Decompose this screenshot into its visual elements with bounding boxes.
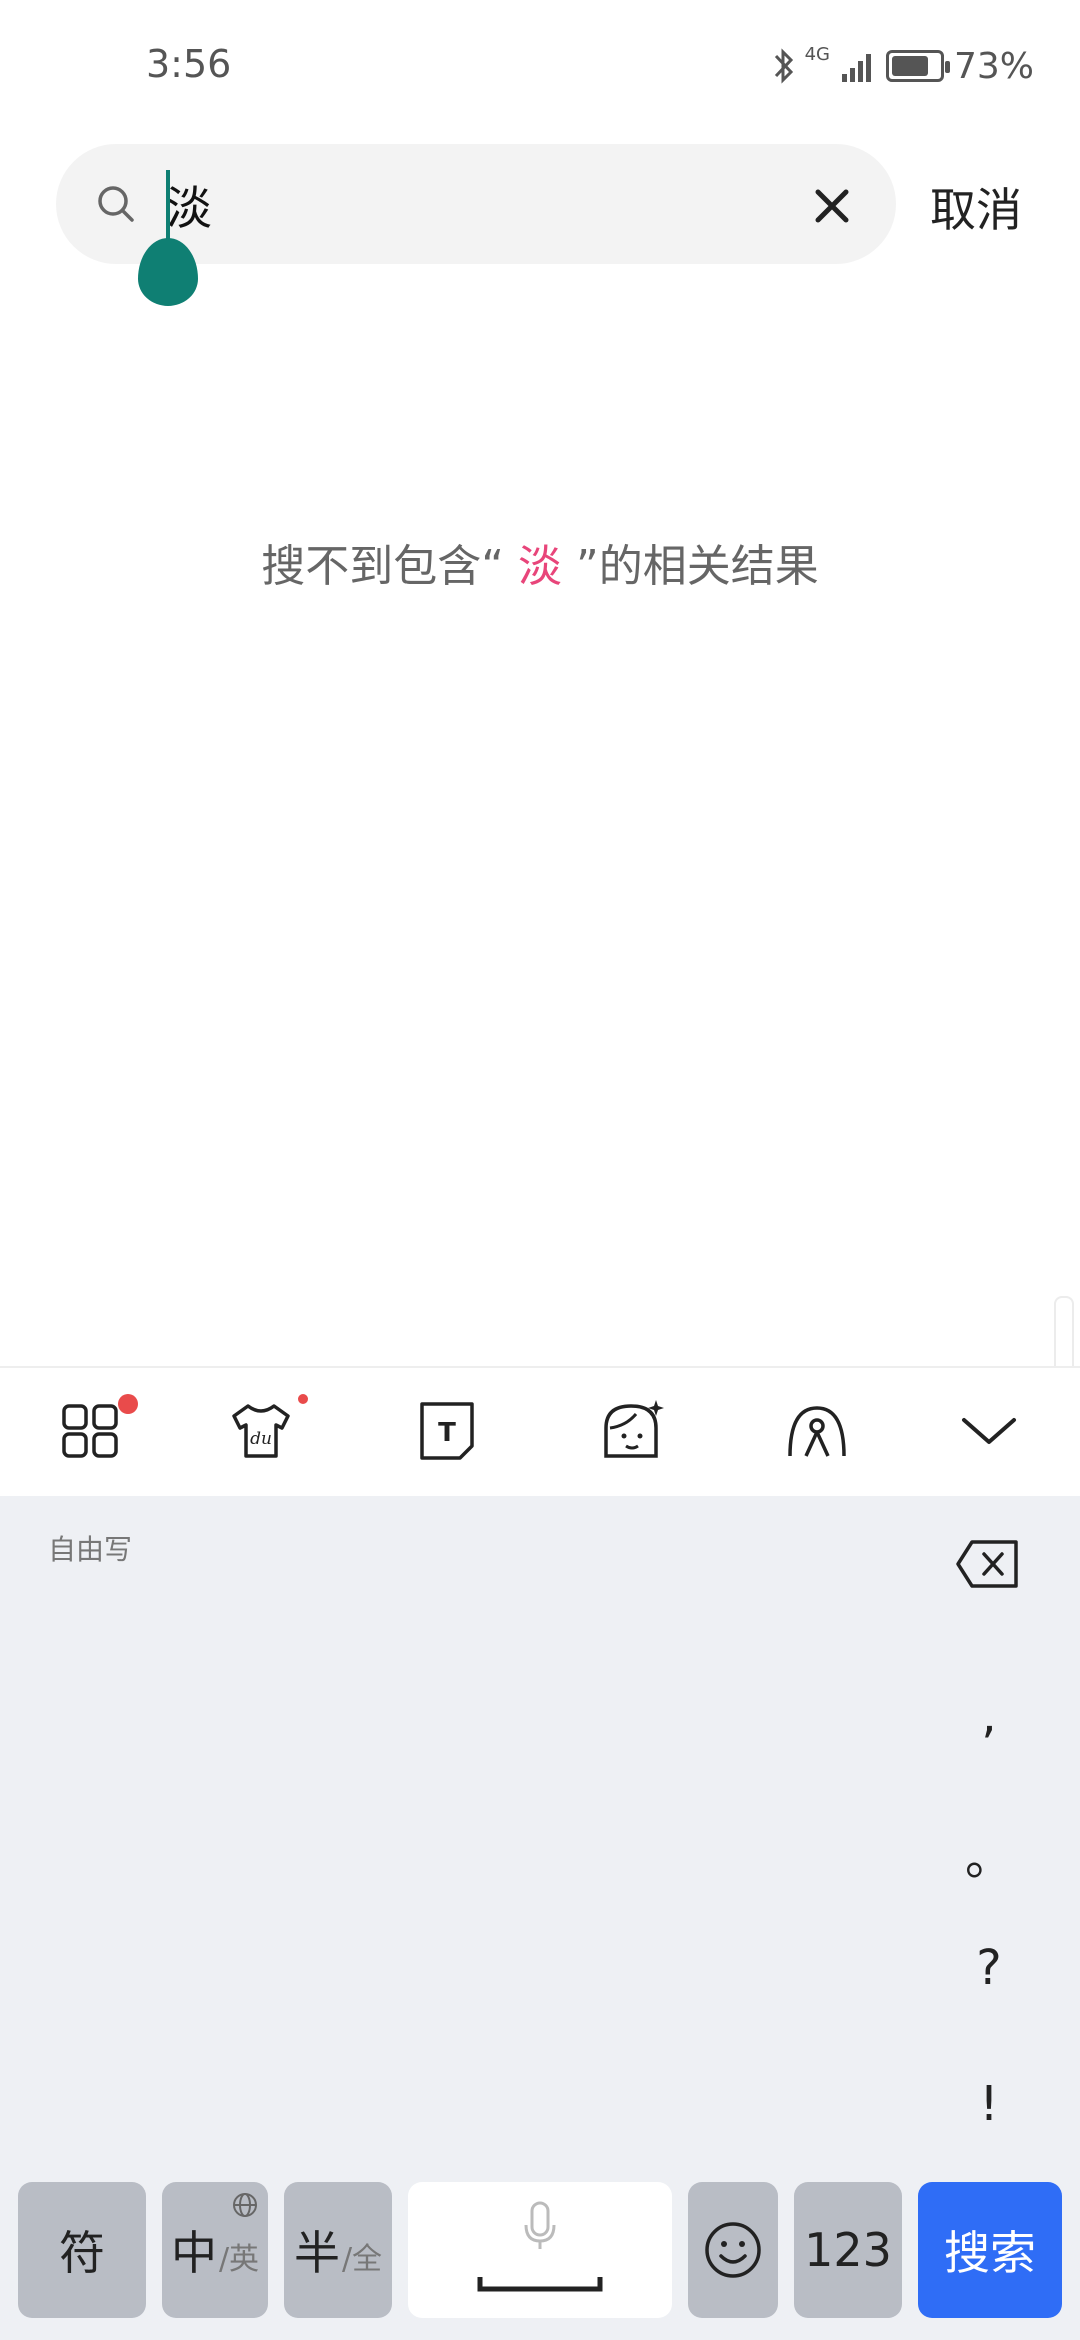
punct-question-key[interactable]: ? xyxy=(944,1940,1034,1996)
keyboard-toolbar xyxy=(0,1366,1080,1498)
backspace-icon[interactable] xyxy=(954,1536,1022,1592)
text-tool-icon[interactable]: T xyxy=(412,1396,482,1466)
symbols-key-label: 符 xyxy=(59,2226,105,2280)
space-key[interactable] xyxy=(408,2182,672,2318)
lang-switch-key[interactable]: 中 /英 xyxy=(162,2182,268,2318)
empty-suffix: ”的相关结果 xyxy=(576,541,819,592)
empty-result-message: 搜不到包含“ 淡 ”的相关结果 xyxy=(0,530,1080,594)
lang-main-label: 中 xyxy=(170,2226,217,2280)
svg-text:T: T xyxy=(438,1418,456,1448)
battery-percent: 73% xyxy=(953,45,1034,87)
signal-icon xyxy=(841,54,871,82)
width-toggle-key[interactable]: 半 /全 xyxy=(284,2182,392,2318)
network-type-label: 4G xyxy=(804,44,830,65)
empty-prefix: 搜不到包含“ xyxy=(261,541,504,592)
emoji-key[interactable] xyxy=(688,2182,778,2318)
cancel-button[interactable]: 取消 xyxy=(930,174,1022,240)
space-mic-icon xyxy=(477,2201,603,2292)
clear-button[interactable] xyxy=(804,178,860,234)
search-icon xyxy=(98,186,134,222)
status-time: 3:56 xyxy=(146,42,232,86)
bluetooth-icon xyxy=(774,48,793,84)
svg-text:du: du xyxy=(250,1429,272,1449)
symbols-key[interactable]: 符 xyxy=(18,2182,146,2318)
globe-icon xyxy=(233,2193,257,2217)
notification-dot xyxy=(118,1394,138,1414)
sticker-face-icon[interactable] xyxy=(596,1396,666,1466)
punct-period-key[interactable]: 。 xyxy=(944,1818,1034,1888)
handwriting-icon[interactable] xyxy=(782,1396,852,1466)
skin-shirt-icon[interactable]: du xyxy=(226,1396,296,1466)
numbers-key-label: 123 xyxy=(804,2223,892,2277)
emoji-icon xyxy=(705,2222,761,2278)
lang-sub-label: /英 xyxy=(218,2242,260,2277)
search-key[interactable]: 搜索 xyxy=(918,2182,1062,2318)
notification-dot-small xyxy=(298,1394,308,1404)
clear-icon xyxy=(815,189,849,223)
battery-icon xyxy=(885,50,950,82)
width-sub-label: /全 xyxy=(341,2242,383,2277)
apps-grid-icon[interactable] xyxy=(56,1396,126,1466)
collapse-chevron-icon[interactable] xyxy=(954,1396,1024,1466)
numbers-key[interactable]: 123 xyxy=(794,2182,902,2318)
search-key-label: 搜索 xyxy=(944,2226,1036,2280)
punct-exclaim-key[interactable]: ! xyxy=(944,2076,1034,2132)
width-main-label: 半 xyxy=(293,2226,340,2280)
punct-comma-key[interactable]: , xyxy=(944,1688,1034,1744)
search-input[interactable]: 淡 xyxy=(166,172,212,238)
status-icons: 4G 73% xyxy=(773,40,1034,92)
empty-query-highlight: 淡 xyxy=(518,541,562,592)
handwrite-mode-label: 自由写 xyxy=(48,1533,133,1566)
